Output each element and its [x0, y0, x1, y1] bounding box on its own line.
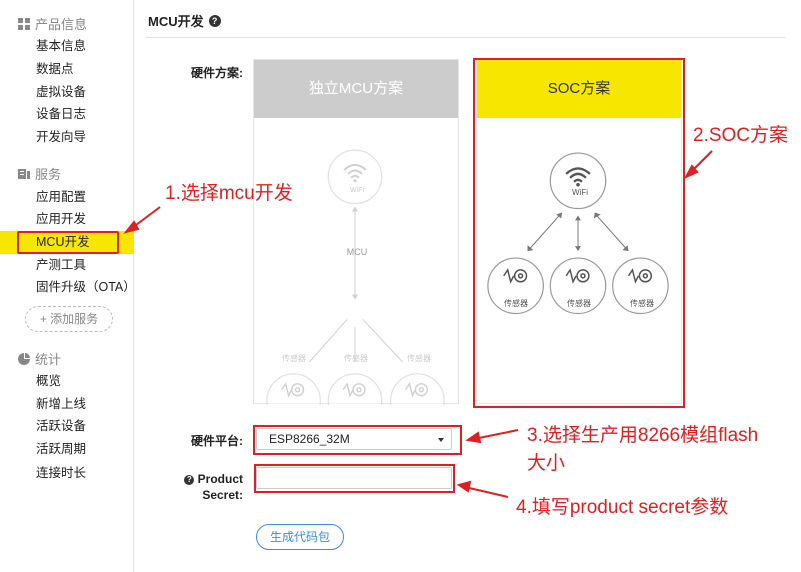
sidebar-section-stats: 统计 [18, 349, 61, 368]
sidebar-item-test-tool[interactable]: 产测工具 [36, 255, 86, 275]
sidebar-item-virtual-device[interactable]: 虚拟设备 [36, 82, 86, 102]
sidebar: 产品信息 基本信息 数据点 虚拟设备 设备日志 开发向导 服务 应用配置 应用开… [0, 0, 136, 572]
annotation-box-secret [254, 464, 455, 493]
sensor-label: 传感器 [282, 354, 306, 363]
annotation-4: 4.填写product secret参数 [516, 497, 729, 518]
annotation-3-line-1: 3.选择生产用8266模组flash [527, 425, 759, 446]
page-title-text: MCU开发 [148, 14, 204, 29]
sidebar-section-title: 产品信息 [35, 17, 88, 32]
hardware-scheme-label: 硬件方案: [191, 66, 243, 80]
sensor-label: 传感器 [407, 354, 431, 363]
sidebar-item-new-online[interactable]: 新增上线 [36, 394, 86, 414]
sidebar-item-firmware-ota[interactable]: 固件升级（OTA） [36, 277, 136, 297]
annotation-1: 1.选择mcu开发 [165, 183, 293, 204]
annotation-2: 2.SOC方案 [693, 125, 789, 146]
sidebar-item-app-config[interactable]: 应用配置 [36, 187, 86, 207]
help-icon[interactable]: ? [208, 14, 221, 27]
product-secret-label-text-1: Product [197, 472, 243, 486]
service-icon [18, 168, 30, 179]
product-secret-label: ? Product Secret: [170, 471, 243, 503]
pie-icon [18, 352, 30, 365]
scheme-card-title: 独立MCU方案 [254, 60, 458, 118]
sidebar-section-title: 服务 [35, 167, 62, 182]
sidebar-section-product: 产品信息 [18, 14, 87, 33]
sensor-label: 传感器 [344, 354, 368, 363]
title-divider [146, 37, 785, 38]
annotation-box-soc [473, 58, 685, 408]
sidebar-item-active-devices[interactable]: 活跃设备 [36, 416, 86, 436]
sidebar-item-active-period[interactable]: 活跃周期 [36, 439, 86, 459]
sidebar-item-app-dev[interactable]: 应用开发 [36, 209, 86, 229]
platform-label: 硬件平台: [191, 434, 243, 448]
sidebar-item-overview[interactable]: 概览 [36, 371, 61, 391]
sidebar-item-dev-guide[interactable]: 开发向导 [36, 127, 86, 147]
annotation-3-line-2: 大小 [527, 453, 566, 474]
sidebar-item-basic-info[interactable]: 基本信息 [36, 36, 86, 56]
scheme-card-mcu[interactable]: 独立MCU方案 WiFi MCU 传感器 传感器 传感器 [253, 59, 459, 405]
sidebar-section-title: 统计 [35, 352, 62, 367]
product-secret-label-text-2: Secret: [202, 488, 243, 502]
mcu-label: MCU [346, 247, 368, 257]
generate-code-button[interactable]: 生成代码包 [256, 524, 344, 550]
sidebar-section-service: 服务 [18, 164, 61, 183]
help-icon[interactable]: ? [184, 475, 195, 485]
sidebar-item-datapoints[interactable]: 数据点 [36, 59, 74, 79]
sidebar-item-device-log[interactable]: 设备日志 [36, 104, 86, 124]
annotation-box-mcu-dev [17, 231, 119, 254]
page-title: MCU开发 ? [148, 11, 221, 30]
add-service-button[interactable]: + 添加服务 [25, 306, 113, 332]
grid-icon [18, 17, 30, 30]
sidebar-item-connect-duration[interactable]: 连接时长 [36, 463, 86, 483]
annotation-box-platform [253, 425, 462, 455]
